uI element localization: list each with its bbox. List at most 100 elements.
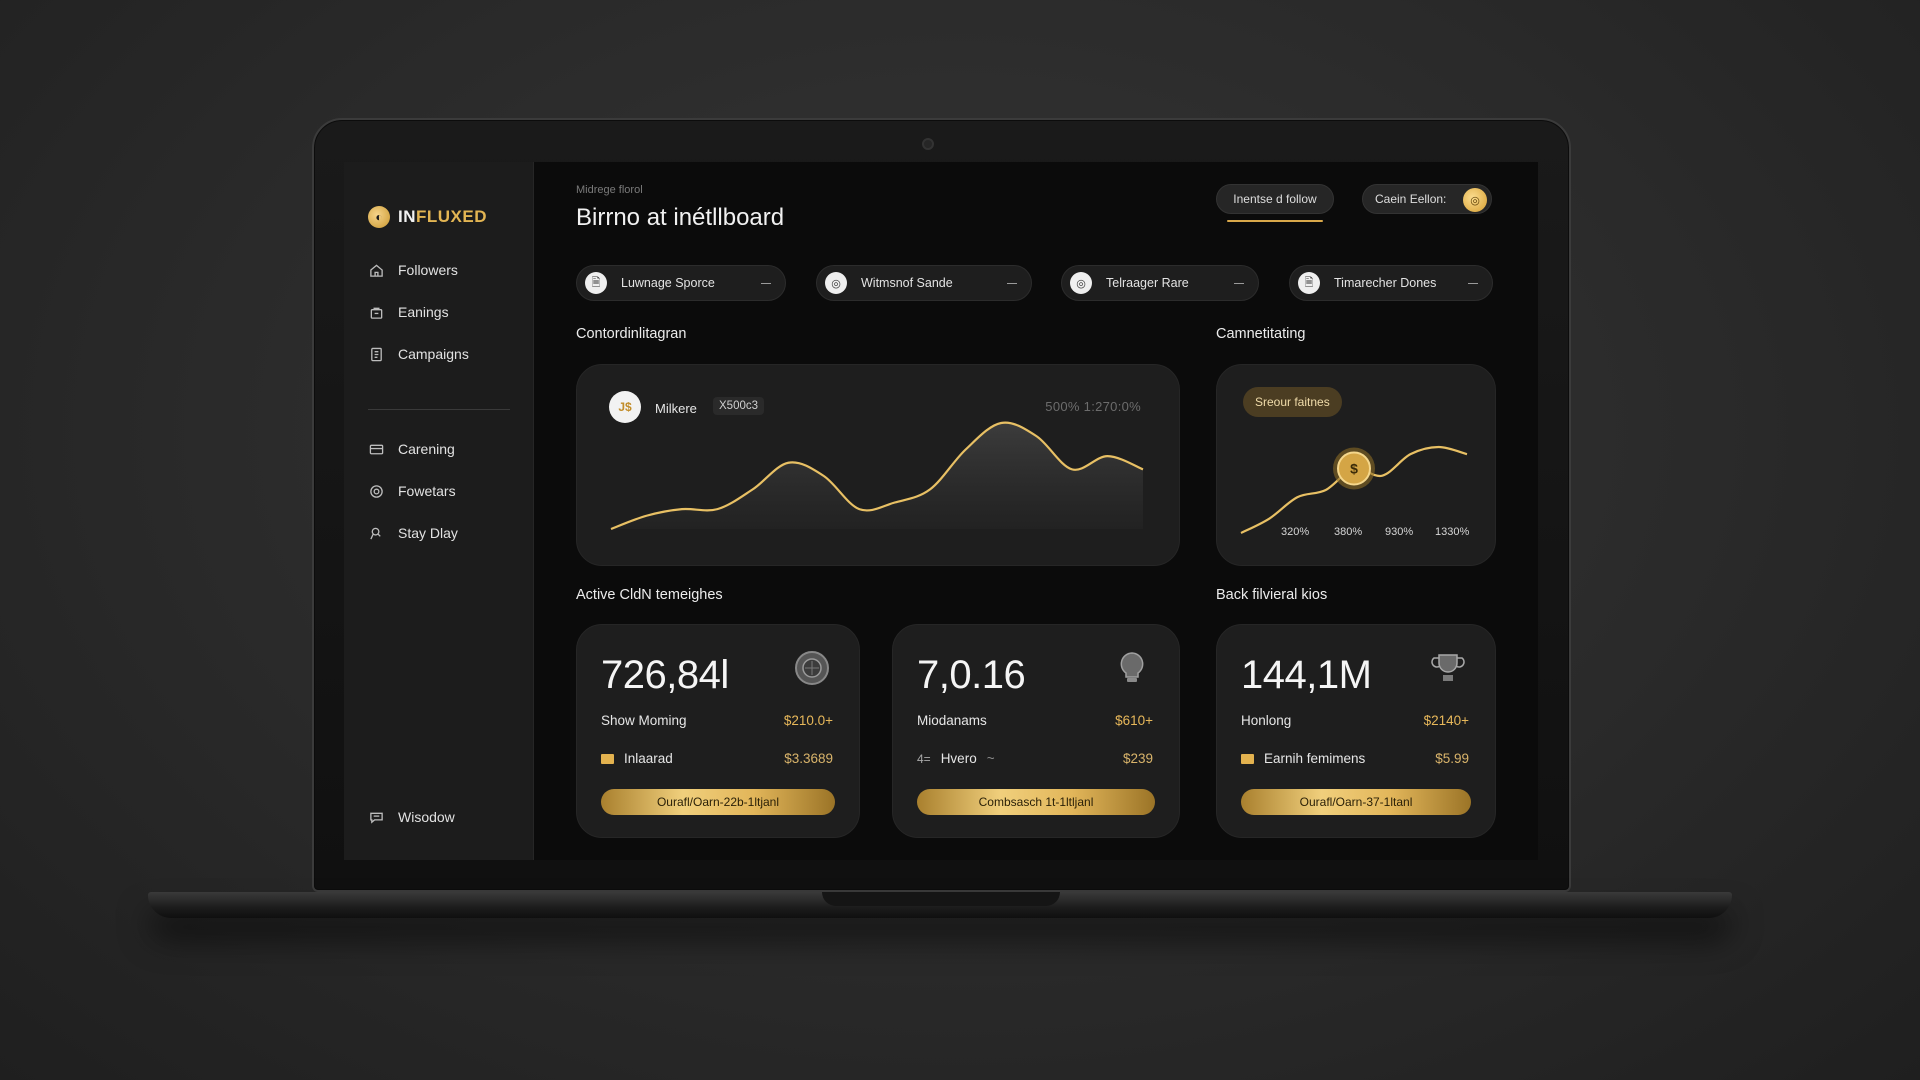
stat-row-suffix: ~ xyxy=(986,751,995,766)
sidebar-item-label: Followers xyxy=(398,262,458,278)
stat-value: 726,84l xyxy=(601,653,729,697)
home-icon xyxy=(368,262,384,278)
logo-mark-icon: ◐ xyxy=(368,206,390,228)
document-icon: 🗎 xyxy=(1298,272,1320,294)
filter-label: Telraager Rare xyxy=(1106,276,1189,290)
sidebar-footer: Wisodow xyxy=(368,796,518,838)
sidebar-item-followers[interactable]: Followers xyxy=(368,249,518,291)
follow-button-label: Inentse d follow xyxy=(1233,192,1317,206)
stat-row-label: Miodanams xyxy=(917,713,987,728)
sidebar-nav-primary: Followers Eanings Campaigns xyxy=(368,249,518,375)
screen: ◐ INFLUXED Followers Eanings Campaigns C… xyxy=(344,162,1538,860)
stat-card[interactable]: 726,84l Show Moming $210.0+ Inlaarad $3.… xyxy=(576,624,860,838)
flag-icon xyxy=(1241,753,1254,764)
stat-row: 4= Hvero ~ xyxy=(917,751,995,766)
sidebar-item-label: Eanings xyxy=(398,304,449,320)
sidebar-nav-secondary: Carening Fowetars Stay Dlay xyxy=(368,428,518,554)
card-action-label: Ourafl/Oarn-37-1ltanl xyxy=(1299,795,1413,809)
card-action-button[interactable]: Ourafl/Oarn-22b-1ltjanl xyxy=(601,789,835,815)
cash-balance-button[interactable]: Caein Eellon: ◎ xyxy=(1362,184,1492,214)
sidebar-item-fowetars[interactable]: Fowetars xyxy=(368,470,518,512)
document-icon xyxy=(368,346,384,362)
stat-row-label: Earnih femimens xyxy=(1264,751,1366,766)
collapse-icon[interactable] xyxy=(1468,282,1478,284)
back-section-title: Back filvieral kios xyxy=(1216,587,1328,603)
logo[interactable]: ◐ INFLUXED xyxy=(368,206,487,228)
collapse-icon[interactable] xyxy=(1007,282,1017,284)
chat-icon xyxy=(368,809,384,825)
breadcrumb[interactable]: Midrege florol xyxy=(576,184,643,196)
sidebar-item-label: Stay Dlay xyxy=(398,525,458,541)
stat-row-label: Hvero xyxy=(940,751,977,766)
side-chart-title: Camnetitating xyxy=(1216,326,1306,342)
stat-row-value: $610+ xyxy=(1115,713,1153,728)
trophy-icon xyxy=(1429,649,1467,687)
stat-row: Inlaarad xyxy=(601,751,673,766)
sidebar-item-label: Carening xyxy=(398,441,455,457)
sidebar-item-label: Wisodow xyxy=(398,809,455,825)
card-icon xyxy=(368,441,384,457)
main-chart-title: Contordinlitagran xyxy=(576,326,687,342)
sidebar-item-wisodow[interactable]: Wisodow xyxy=(368,796,518,838)
stat-row-value: $239 xyxy=(1122,751,1153,766)
cash-balance-label: Caein Eellon: xyxy=(1375,192,1447,206)
coin-symbol: $ xyxy=(1350,461,1358,477)
filter-chip-timarecher-dones[interactable]: 🗎 Timarecher Dones xyxy=(1289,265,1493,301)
bag-icon xyxy=(368,304,384,320)
filter-chip-witmsnof-sande[interactable]: ◎ Witmsnof Sande xyxy=(816,265,1032,301)
card-action-label: Combsasch 1t-1ltljanl xyxy=(978,795,1094,809)
card-action-button[interactable]: Combsasch 1t-1ltljanl xyxy=(917,789,1155,815)
filter-label: Timarecher Dones xyxy=(1334,276,1437,290)
dollar-coin-icon[interactable]: $ xyxy=(1333,447,1375,490)
filter-chip-telraager-rare[interactable]: ◎ Telraager Rare xyxy=(1061,265,1259,301)
stat-row-prefix: 4= xyxy=(917,751,931,766)
card-action-label: Ourafl/Oarn-22b-1ltjanl xyxy=(656,795,780,809)
sidebar-divider xyxy=(368,409,510,410)
x-tick-label: 1330% xyxy=(1435,526,1470,538)
sidebar-item-earnings[interactable]: Eanings xyxy=(368,291,518,333)
sidebar-item-label: Fowetars xyxy=(398,483,456,499)
collapse-icon[interactable] xyxy=(1234,282,1244,284)
filter-label: Witmsnof Sande xyxy=(861,276,953,290)
main-chart-svg xyxy=(610,421,1144,531)
stat-row: Earnih femimens xyxy=(1241,751,1365,766)
main-chart-area xyxy=(611,422,1143,529)
coin-icon: ◎ xyxy=(1463,188,1487,212)
stat-row-value: $3.3689 xyxy=(784,751,833,766)
stat-value: 7,0.16 xyxy=(917,653,1026,697)
logo-text: INFLUXED xyxy=(398,207,487,227)
stat-card[interactable]: 7,0.16 Miodanams $610+ 4= Hvero ~ $239 C… xyxy=(892,624,1180,838)
camera-icon: ◎ xyxy=(825,272,847,294)
pin-icon xyxy=(368,525,384,541)
flag-icon xyxy=(601,753,614,764)
x-tick-label: 930% xyxy=(1385,526,1414,538)
stat-card[interactable]: 144,1M Honlong $2140+ Earnih femimens $5… xyxy=(1216,624,1496,838)
x-tick-label: 320% xyxy=(1281,526,1310,538)
stat-row-value: $5.99 xyxy=(1435,751,1469,766)
collapse-icon[interactable] xyxy=(761,282,771,284)
logo-suffix: FLUXED xyxy=(416,207,487,226)
sidebar-item-stay-dlay[interactable]: Stay Dlay xyxy=(368,512,518,554)
bulb-icon xyxy=(1113,649,1151,687)
webcam xyxy=(922,138,934,150)
target-icon xyxy=(368,483,384,499)
logo-prefix: IN xyxy=(398,207,416,226)
card-action-button[interactable]: Ourafl/Oarn-37-1ltanl xyxy=(1241,789,1471,815)
main-content: Midrege florol Birrno at inétllboard Ine… xyxy=(534,162,1538,860)
filter-chip-luwnage-sporce[interactable]: 🗎 Luwnage Sporce xyxy=(576,265,786,301)
stat-row-label: Inlaarad xyxy=(624,751,673,766)
sidebar-item-campaigns[interactable]: Campaigns xyxy=(368,333,518,375)
sidebar-item-label: Campaigns xyxy=(398,346,469,362)
sidebar-item-carening[interactable]: Carening xyxy=(368,428,518,470)
filter-label: Luwnage Sporce xyxy=(621,276,715,290)
stat-value: 144,1M xyxy=(1241,653,1372,697)
follow-button[interactable]: Inentse d follow xyxy=(1216,184,1334,222)
side-chart-panel: Sreour faitnes $ 320% 380% 930% 1330% xyxy=(1216,364,1496,566)
laptop-notch xyxy=(822,892,1060,906)
sidebar: ◐ INFLUXED Followers Eanings Campaigns C… xyxy=(344,162,534,860)
stats-section-title: Active CldN temeighes xyxy=(576,587,723,603)
globe-icon xyxy=(793,649,831,687)
main-chart-panel: J$ Milkere X500c3 500% 1:270:0% xyxy=(576,364,1180,566)
stat-row-label: Show Moming xyxy=(601,713,687,728)
stat-row-label: Honlong xyxy=(1241,713,1292,728)
